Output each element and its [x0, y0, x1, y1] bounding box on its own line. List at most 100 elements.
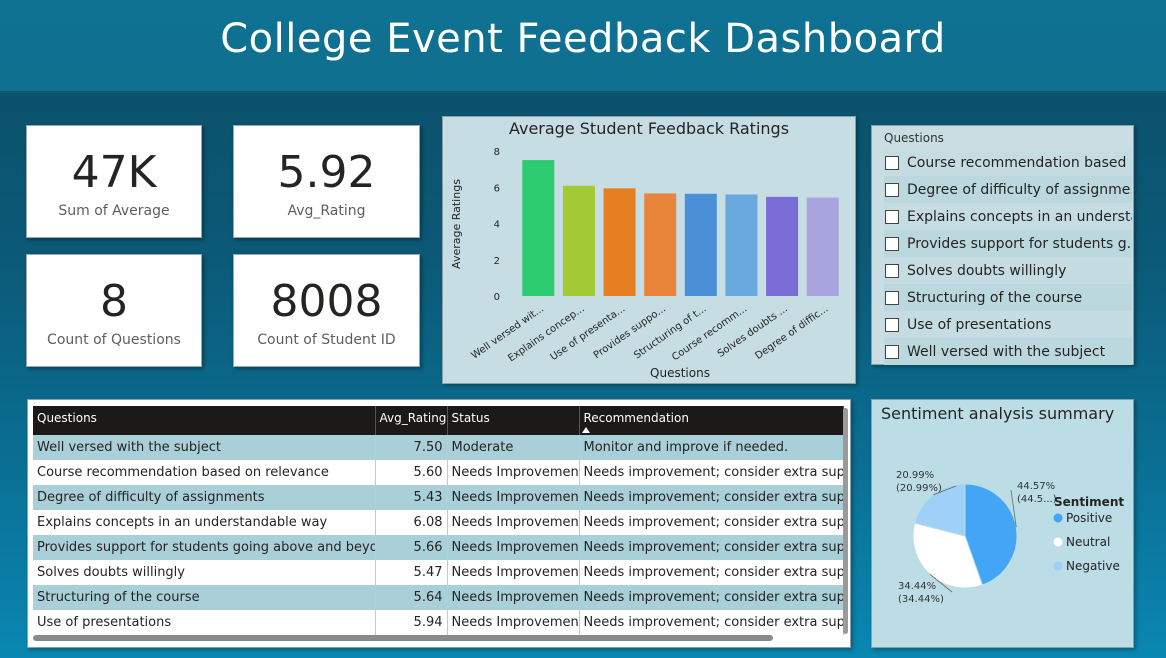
cell-question: Provides support for students going abov… — [33, 535, 376, 560]
checkbox[interactable] — [885, 344, 899, 359]
cell-recommendation: Needs improvement; consider extra suppor — [579, 585, 844, 610]
checkbox[interactable] — [885, 236, 899, 251]
pie-data-label: 34.44% — [898, 581, 936, 592]
bar[interactable] — [725, 194, 758, 297]
table-row[interactable]: Explains concepts in an understandable w… — [33, 510, 844, 535]
feedback-table: Questions Avg_Rating Status Recommendati… — [33, 406, 844, 635]
legend-title: Sentiment — [1054, 495, 1124, 509]
cell-status: Moderate — [447, 435, 580, 460]
column-header-recommendation[interactable]: Recommendation — [579, 406, 844, 435]
x-tick-label: Degree of diffic... — [753, 303, 830, 361]
slicer-item-label: Course recommendation based ... — [907, 154, 1132, 171]
pie-data-sublabel: (44.5...) — [1017, 494, 1057, 505]
y-tick-label: 4 — [494, 220, 500, 231]
cell-question: Course recommendation based on relevance — [33, 460, 376, 485]
slicer-item[interactable]: Well versed with the subject — [884, 338, 1132, 365]
cell-status: Needs Improvement — [447, 610, 580, 635]
column-header-questions[interactable]: Questions — [33, 406, 376, 435]
slicer-item-label: Solves doubts willingly — [907, 262, 1067, 279]
legend-item-label[interactable]: Positive — [1066, 511, 1112, 525]
x-tick-label: Structuring of t... — [632, 303, 708, 361]
slicer-item[interactable]: Provides support for students g... — [884, 230, 1132, 257]
cell-recommendation: Needs improvement; consider extra suppor — [579, 560, 844, 585]
checkbox[interactable] — [885, 209, 899, 224]
checkbox[interactable] — [885, 155, 899, 170]
bar[interactable] — [766, 196, 799, 296]
cell-avg-rating: 6.08 — [375, 510, 448, 535]
kpi-label: Avg_Rating — [287, 202, 366, 219]
kpi-label: Sum of Average — [58, 202, 170, 219]
legend-marker — [1053, 513, 1063, 523]
cell-status: Needs Improvement — [447, 560, 580, 585]
slicer-item-label: Explains concepts in an understa... — [907, 208, 1132, 225]
slicer-item[interactable]: Use of presentations — [884, 311, 1132, 338]
cell-status: Needs Improvement — [447, 510, 580, 535]
cell-recommendation: Needs improvement; consider extra suppor — [579, 535, 844, 560]
kpi-avg-rating[interactable]: 5.92 Avg_Rating — [233, 125, 420, 238]
pie-data-label: 20.99% — [896, 470, 934, 481]
slicer-item[interactable]: Structuring of the course — [884, 284, 1132, 311]
kpi-sum-of-average[interactable]: 47K Sum of Average — [26, 125, 202, 238]
slicer-item[interactable]: Explains concepts in an understa... — [884, 203, 1132, 230]
cell-status: Needs Improvement — [447, 535, 580, 560]
bar[interactable] — [806, 197, 839, 296]
checkbox[interactable] — [885, 263, 899, 278]
checkbox[interactable] — [885, 290, 899, 305]
pie-data-sublabel: (34.44%) — [898, 594, 944, 605]
slicer-item[interactable]: Degree of difficulty of assignme... — [884, 176, 1132, 203]
x-axis-label: Questions — [650, 366, 710, 380]
feedback-table-card[interactable]: Questions Avg_Rating Status Recommendati… — [27, 399, 851, 648]
x-tick-label: Course recomm... — [670, 303, 749, 363]
pie-data-sublabel: (20.99%) — [896, 483, 942, 494]
table-row[interactable]: Course recommendation based on relevance… — [33, 460, 844, 485]
table-row[interactable]: Use of presentations 5.94 Needs Improvemen… — [33, 610, 844, 635]
bar[interactable] — [644, 193, 677, 296]
legend-item-label[interactable]: Negative — [1066, 559, 1120, 573]
column-header-avg-rating[interactable]: Avg_Rating — [375, 406, 448, 435]
slicer-title: Questions — [884, 131, 944, 145]
table-row[interactable]: Structuring of the course 5.64 Needs Impro… — [33, 585, 844, 610]
column-header-status[interactable]: Status — [447, 406, 580, 435]
kpi-value: 5.92 — [277, 146, 376, 198]
kpi-count-of-student-id[interactable]: 8008 Count of Student ID — [233, 254, 420, 367]
slicer-item[interactable]: Solves doubts willingly — [884, 257, 1132, 284]
cell-question: Use of presentations — [33, 610, 376, 635]
kpi-value: 8008 — [270, 275, 383, 327]
table-row[interactable]: Degree of difficulty of assignments 5.43 N… — [33, 485, 844, 510]
slicer-items: Course recommendation based ... Degree of… — [884, 149, 1132, 365]
x-tick-label: Explains concep... — [506, 303, 586, 364]
bar[interactable] — [562, 185, 595, 296]
bar-chart-card[interactable]: Average Student Feedback Ratings 0 2 4 6 8 Av… — [442, 116, 856, 384]
horizontal-scrollbar[interactable] — [33, 635, 773, 641]
legend-item-label[interactable]: Neutral — [1066, 535, 1110, 549]
sentiment-pie-chart[interactable]: 44.57% (44.5...) 34.44% (34.44%) 20.99% (20.9… — [872, 400, 1135, 649]
bar[interactable] — [684, 193, 717, 296]
cell-question: Structuring of the course — [33, 585, 376, 610]
bar[interactable] — [522, 160, 555, 296]
vertical-scrollbar[interactable] — [843, 408, 848, 634]
y-tick-label: 0 — [494, 292, 500, 303]
x-tick-label: Use of presenta... — [549, 303, 628, 363]
table-row[interactable]: Solves doubts willingly 5.47 Needs Improve… — [33, 560, 844, 585]
x-tick-label: Provides suppo... — [592, 303, 668, 361]
cell-recommendation: Needs improvement; consider extra suppor — [579, 510, 844, 535]
checkbox[interactable] — [885, 182, 899, 197]
sentiment-pie-card[interactable]: Sentiment analysis summary 44.57% (44.5..… — [871, 399, 1134, 648]
legend-marker — [1053, 537, 1063, 547]
bar-chart[interactable]: 0 2 4 6 8 Average Ratings Questions Well versed… — [443, 117, 857, 385]
checkbox[interactable] — [885, 317, 899, 332]
cell-avg-rating: 5.64 — [375, 585, 448, 610]
dashboard-header: College Event Feedback Dashboard — [0, 0, 1166, 93]
slicer-item[interactable]: Course recommendation based ... — [884, 149, 1132, 176]
questions-slicer[interactable]: Questions Course recommendation based ..… — [871, 125, 1134, 365]
y-tick-label: 8 — [494, 147, 500, 158]
kpi-value: 47K — [71, 146, 157, 198]
cell-question: Explains concepts in an understandable w… — [33, 510, 376, 535]
y-tick-label: 6 — [494, 183, 500, 194]
cell-avg-rating: 5.43 — [375, 485, 448, 510]
table-row[interactable]: Provides support for students going abov… — [33, 535, 844, 560]
table-row[interactable]: Well versed with the subject 7.50 Moderate… — [33, 435, 844, 460]
y-axis-label: Average Ratings — [450, 179, 463, 269]
bar[interactable] — [603, 188, 636, 296]
kpi-count-of-questions[interactable]: 8 Count of Questions — [26, 254, 202, 367]
